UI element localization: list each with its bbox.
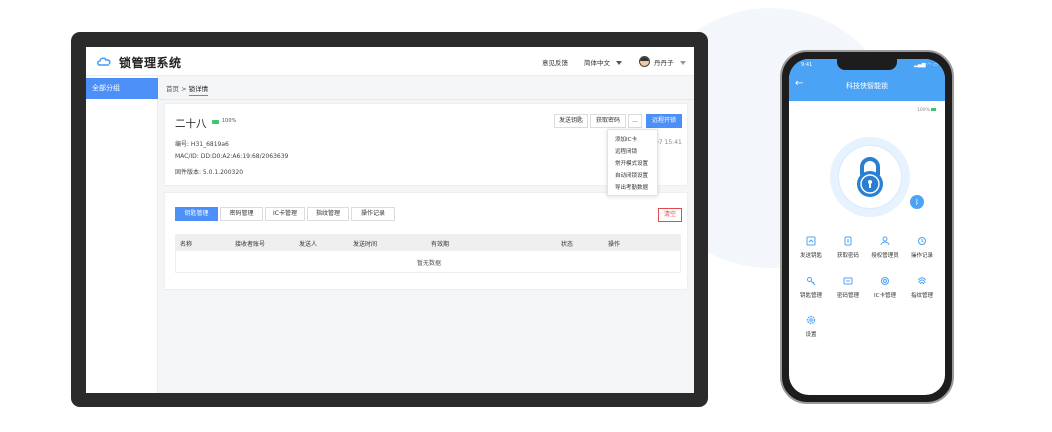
phone-status-icons: ▂▄▆ ◠ ▭: [914, 62, 938, 68]
history-icon: [918, 237, 926, 245]
gear-icon: [806, 315, 816, 325]
lock-mac: MAC/ID: DD:D0:A2:A6:19:68/2063639: [175, 153, 289, 160]
key-icon: [807, 277, 816, 286]
grid-label: 设置: [805, 332, 817, 338]
keypad-icon: [843, 277, 853, 285]
column-header: 接收者账号: [235, 241, 266, 248]
column-header: 状态: [561, 241, 574, 248]
battery-icon: [930, 108, 936, 111]
phone-battery-percent: 100%: [917, 108, 930, 113]
main-content: 首页 > 锁详情 二十八 100% 编号: H31_6819a6 MAC/ID:…: [158, 76, 694, 393]
battery-icon: [212, 120, 219, 124]
top-bar: 锁管理系统 意见反馈 简体中文 丹丹子: [86, 47, 694, 76]
breadcrumb-separator: >: [181, 85, 187, 93]
grid-label: 钥匙管理: [799, 293, 822, 299]
grid-operation-log[interactable]: 操作记录: [904, 236, 940, 259]
more-menu: 添加IC卡 远程闭锁 常开模式设置 自动闭锁设置 导出考勤数据: [607, 129, 658, 196]
padlock-icon: [857, 157, 883, 197]
card-icon: [881, 277, 889, 285]
grid-password-management[interactable]: 密码管理: [830, 276, 866, 299]
chevron-down-icon: [616, 61, 622, 65]
send-key-icon: [806, 236, 816, 246]
column-header: 发送人: [299, 241, 318, 248]
phone-time: 9:41: [801, 62, 813, 68]
column-header: 有效期: [431, 241, 450, 248]
more-button[interactable]: ...: [628, 114, 642, 128]
grid-ic-card-management[interactable]: IC卡管理: [867, 276, 903, 299]
lock-time: 07 15:41: [655, 139, 682, 146]
grid-key-management[interactable]: 钥匙管理: [793, 276, 829, 299]
table-body: 暂无数据: [175, 251, 681, 273]
lock-firmware: 固件版本: 5.0.1.200320: [175, 169, 244, 176]
grid-send-key[interactable]: 发送钥匙: [793, 236, 829, 259]
grid-authorize-admin[interactable]: 授权管理员: [867, 236, 903, 259]
grid-get-password[interactable]: 获取密码: [830, 236, 866, 259]
tab-fingerprint-management[interactable]: 指纹管理: [307, 207, 349, 221]
sidebar: 全部分组: [86, 76, 158, 393]
bluetooth-icon[interactable]: ᛒ: [910, 195, 924, 209]
grid-fingerprint-management[interactable]: 指纹管理: [904, 276, 940, 299]
user-menu[interactable]: 丹丹子: [654, 57, 686, 67]
grid-label: 授权管理员: [871, 253, 899, 259]
grid-label: 指纹管理: [910, 293, 933, 299]
phone-notch: [837, 59, 897, 70]
admin-icon: [880, 236, 890, 246]
send-key-button[interactable]: 发送钥匙: [554, 114, 588, 128]
avatar[interactable]: [639, 56, 650, 67]
grid-label: IC卡管理: [874, 293, 896, 299]
feedback-link[interactable]: 意见反馈: [542, 57, 568, 67]
user-name: 丹丹子: [654, 59, 674, 67]
column-header: 名称: [180, 241, 193, 248]
sidebar-item-all-groups[interactable]: 全部分组: [86, 78, 158, 99]
grid-label: 操作记录: [910, 253, 933, 259]
tablet-screen: 锁管理系统 意见反馈 简体中文 丹丹子 全部分组 首页 > 锁详情 二十八 10…: [86, 47, 694, 393]
menu-item-remote-lock[interactable]: 远程闭锁: [615, 147, 637, 155]
breadcrumb: 首页 > 锁详情: [166, 83, 209, 96]
battery-percent: 100%: [222, 118, 237, 124]
phone-battery: 100%: [917, 108, 936, 113]
grid-label: 发送钥匙: [799, 253, 822, 259]
phone-header: 9:41 ▂▄▆ ◠ ▭ ← 科技侠智能锁: [789, 59, 945, 101]
table-header: 名称 接收者账号 发送人 发送时间 有效期 状态 操作: [175, 234, 681, 251]
grid-label: 密码管理: [836, 293, 859, 299]
app-title: 锁管理系统: [119, 56, 182, 70]
phone-screen: 9:41 ▂▄▆ ◠ ▭ ← 科技侠智能锁 100% ᛒ 发送钥匙 获取密码 授…: [789, 59, 945, 395]
lock-name: 二十八: [175, 118, 207, 130]
grid-label: 获取密码: [836, 253, 859, 259]
menu-item-add-ic-card[interactable]: 添加IC卡: [615, 135, 637, 143]
tab-ic-card-management[interactable]: IC卡管理: [265, 207, 305, 221]
language-label: 简体中文: [584, 59, 610, 67]
menu-item-passage-mode[interactable]: 常开模式设置: [615, 159, 648, 167]
fingerprint-icon: [918, 277, 926, 285]
tab-key-management[interactable]: 钥匙管理: [175, 207, 218, 221]
language-select[interactable]: 简体中文: [584, 57, 622, 67]
management-card: 钥匙管理 密码管理 IC卡管理 指纹管理 操作记录 清空 名称 接收者账号 发送…: [164, 192, 688, 290]
breadcrumb-current: 锁详情: [188, 85, 209, 96]
phone-title: 科技侠智能锁: [846, 82, 888, 90]
column-header: 发送时间: [353, 241, 378, 248]
grid-settings[interactable]: 设置: [793, 315, 829, 338]
get-password-button[interactable]: 获取密码: [590, 114, 626, 128]
remote-unlock-button[interactable]: 远程开锁: [646, 114, 682, 128]
column-header: 操作: [608, 241, 621, 248]
tab-password-management[interactable]: 密码管理: [220, 207, 263, 221]
menu-item-export-attendance[interactable]: 导出考勤数据: [615, 183, 648, 191]
lock-serial: 编号: H31_6819a6: [175, 141, 229, 148]
menu-item-auto-lock[interactable]: 自动闭锁设置: [615, 171, 648, 179]
cloud-logo-icon: [96, 57, 111, 66]
tab-operation-log[interactable]: 操作记录: [351, 207, 395, 221]
password-icon: [844, 236, 852, 246]
divider: [158, 99, 694, 100]
empty-state: 暂无数据: [416, 260, 441, 267]
breadcrumb-home[interactable]: 首页: [166, 85, 179, 93]
chevron-down-icon: [679, 61, 686, 65]
clear-button[interactable]: 清空: [658, 208, 682, 222]
